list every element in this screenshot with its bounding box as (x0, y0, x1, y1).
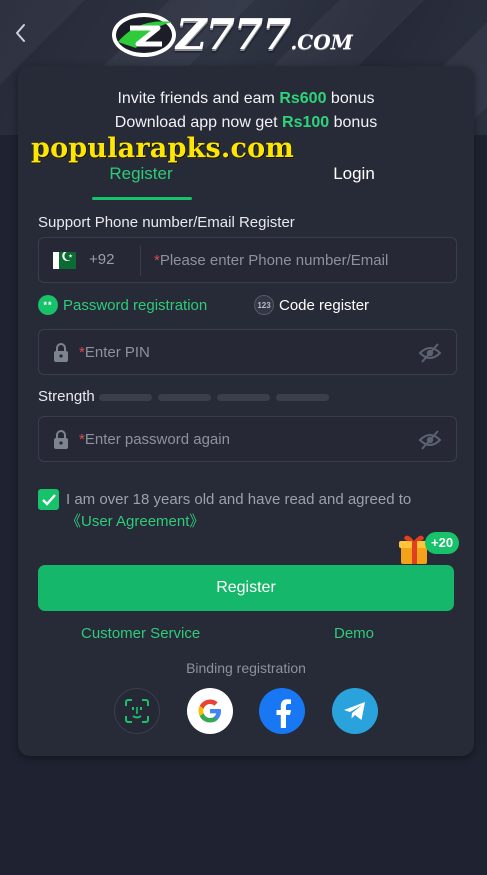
gift-bonus-badge: +20 (425, 532, 460, 554)
confirm-password-placeholder: *Enter password again (79, 431, 230, 448)
promo-download-amount: Rs100 (282, 114, 330, 131)
eye-off-icon[interactable] (418, 342, 442, 364)
strength-segment (158, 394, 211, 401)
checkmark-icon (41, 493, 56, 506)
tab-register[interactable]: Register (90, 164, 192, 184)
strength-segment (217, 394, 270, 401)
register-button[interactable]: Register (38, 565, 454, 611)
password-option-label: Password registration (63, 296, 208, 314)
face-id-icon (125, 699, 149, 723)
pin-field[interactable]: *Enter PIN (38, 329, 457, 375)
password-registration-option[interactable]: ** Password registration (38, 295, 207, 315)
google-login-button[interactable] (187, 688, 233, 734)
logo-text: Z777 (176, 9, 291, 59)
strength-label: Strength (38, 388, 95, 405)
logo-domain: .COM (290, 30, 353, 54)
facebook-login-button[interactable] (259, 688, 305, 734)
strength-segment (99, 394, 152, 401)
watermark: popularapks.com (31, 133, 295, 164)
phone-placeholder: *Please enter Phone number/Email (154, 252, 389, 269)
support-label: Support Phone number/Email Register (38, 214, 295, 231)
promo-invite: Invite friends and eam Rs600 bonus (117, 90, 375, 107)
country-code-selector[interactable]: +92 (89, 251, 114, 268)
pin-placeholder: *Enter PIN (79, 344, 150, 361)
code-option-label: Code register (279, 296, 370, 314)
demo-link[interactable]: Demo (334, 625, 374, 642)
brand-logo: Z777 .COM (108, 8, 388, 60)
lock-icon (54, 430, 68, 449)
telegram-login-button[interactable] (332, 688, 378, 734)
strength-segment (276, 394, 329, 401)
logo-mark-icon (112, 13, 176, 57)
phone-email-field[interactable]: +92 *Please enter Phone number/Email (38, 237, 457, 283)
back-button[interactable] (10, 20, 32, 46)
customer-service-link[interactable]: Customer Service (81, 625, 200, 642)
eye-off-icon[interactable] (418, 429, 442, 451)
tab-active-indicator (92, 197, 192, 200)
google-icon (198, 699, 221, 723)
register-card: Invite friends and eam Rs600 bonus Downl… (18, 66, 474, 756)
lock-icon (54, 343, 68, 362)
tab-login[interactable]: Login (304, 164, 404, 184)
confirm-password-field[interactable]: *Enter password again (38, 416, 457, 462)
promo-invite-amount: Rs600 (279, 90, 327, 107)
code-register-option[interactable]: 123 Code register (254, 295, 369, 315)
agreement-text: I am over 18 years old and have read and… (66, 491, 412, 530)
password-option-icon: ** (38, 295, 58, 315)
code-option-icon: 123 (254, 295, 274, 315)
face-id-button[interactable] (114, 688, 160, 734)
user-agreement-link[interactable]: 《User Agreement》 (66, 513, 204, 530)
back-chevron-icon (16, 24, 25, 42)
binding-registration-label: Binding registration (186, 660, 306, 676)
field-divider (140, 246, 141, 276)
pakistan-flag-icon (53, 252, 76, 269)
telegram-icon (344, 702, 365, 720)
promo-download: Download app now get Rs100 bonus (114, 114, 378, 131)
agree-checkbox[interactable] (38, 489, 59, 510)
facebook-icon (276, 699, 291, 728)
